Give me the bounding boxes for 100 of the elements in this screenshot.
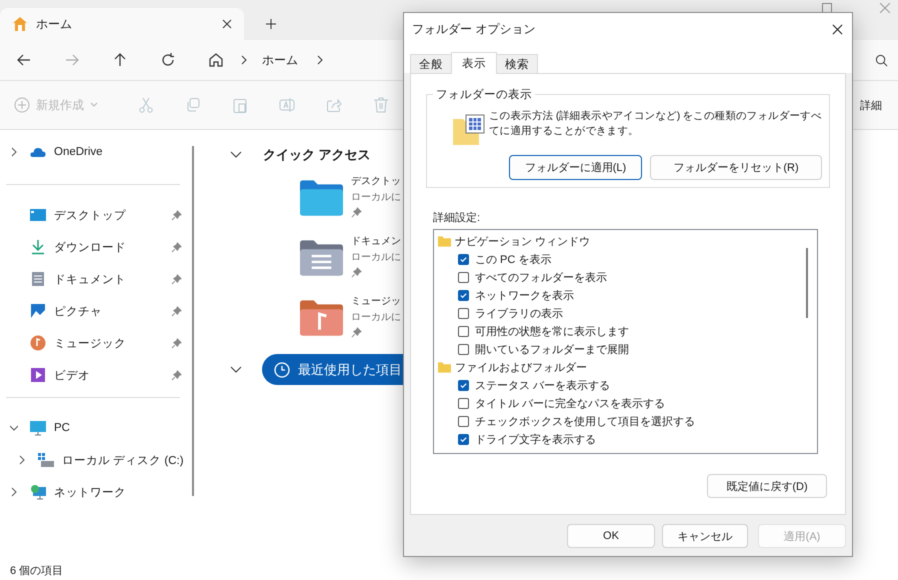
pin-icon[interactable]	[171, 210, 182, 220]
video-icon	[30, 367, 46, 383]
dialog-button[interactable]: フォルダーをリセット(R)	[650, 155, 822, 180]
dialog-button[interactable]: OK	[567, 524, 655, 548]
clock-icon	[274, 362, 290, 378]
folder-location: ローカルに	[351, 311, 401, 325]
dialog-tab[interactable]: 全般	[410, 54, 452, 73]
back-icon[interactable]	[16, 52, 32, 68]
sidebar-item[interactable]: ドキュメント	[0, 263, 192, 295]
caret-icon	[90, 102, 98, 108]
collapse-icon[interactable]	[230, 366, 242, 374]
checkbox-label: ネットワークを表示	[475, 288, 574, 302]
picture-icon	[30, 303, 46, 319]
chevron-icon[interactable]	[240, 55, 248, 65]
tab-title: ホーム	[36, 16, 73, 32]
desktop-icon	[30, 207, 46, 223]
folder-icon[interactable]	[300, 180, 343, 216]
description-text: この表示方法 (詳細表示やアイコンなど) をこの種類のフォルダーすべてに適用することができます。	[489, 109, 823, 139]
checkbox[interactable]	[458, 326, 469, 336]
group-label: ナビゲーション ウィンドウ	[455, 234, 590, 248]
pin-icon[interactable]	[171, 242, 182, 252]
sidebar-item[interactable]: ビデオ	[0, 359, 192, 391]
group-label: ファイルおよびフォルダー	[455, 360, 587, 374]
sidebar-item[interactable]: ネットワーク	[0, 476, 192, 508]
folder-icon[interactable]	[300, 300, 343, 336]
checkbox-label: タイトル バーに完全なパスを表示する	[475, 396, 666, 410]
folder-location: ローカルに	[351, 251, 401, 265]
network-icon	[30, 484, 46, 500]
pin-icon[interactable]	[171, 306, 182, 316]
music-icon	[30, 335, 46, 351]
checkbox-label: ステータス バーを表示する	[475, 378, 610, 392]
dialog-button[interactable]: フォルダーに適用(L)	[509, 155, 642, 180]
folder-name: ミュージッ	[351, 295, 401, 309]
checkbox[interactable]	[458, 344, 469, 354]
checkbox[interactable]	[458, 272, 469, 282]
recent-items-button[interactable]: 最近使用した項目	[262, 354, 406, 385]
up-icon[interactable]	[112, 52, 128, 68]
expand-icon[interactable]	[10, 423, 18, 433]
monitor-icon	[30, 420, 46, 436]
dialog-button[interactable]: キャンセル	[662, 524, 748, 548]
checkbox[interactable]	[458, 290, 469, 300]
checkbox-label: ドライブ文字を表示する	[475, 432, 596, 446]
drive-icon	[38, 452, 54, 468]
folder-icon	[438, 361, 451, 373]
checkbox[interactable]	[458, 434, 469, 444]
dialog-title: フォルダー オプション	[412, 21, 536, 38]
close-tab-icon[interactable]	[222, 19, 232, 29]
refresh-icon[interactable]	[160, 52, 176, 68]
download-icon	[30, 239, 46, 255]
details-button[interactable]: 詳細	[860, 98, 882, 112]
document-icon	[30, 271, 46, 287]
group-title: フォルダーの表示	[433, 87, 535, 102]
scrollbar[interactable]	[192, 146, 194, 496]
pin-icon[interactable]	[171, 274, 182, 284]
chevron-icon[interactable]	[316, 55, 324, 65]
checkbox[interactable]	[458, 380, 469, 390]
folder-name: デスクトッ	[351, 175, 401, 189]
checkbox-label: 開いているフォルダーまで展開	[475, 342, 629, 356]
checkbox[interactable]	[458, 254, 469, 264]
checkbox-label: この PC を表示	[475, 252, 552, 266]
dialog-tab[interactable]: 表示	[451, 52, 497, 74]
section-title: クイック アクセス	[263, 146, 371, 164]
sidebar-item[interactable]: ミュージック	[0, 327, 192, 359]
sidebar-item[interactable]: デスクトップ	[0, 199, 192, 231]
status-text: 6 個の項目	[9, 564, 64, 579]
checkbox-label: 可用性の状態を常に表示します	[475, 324, 629, 338]
folder-view-icon	[453, 113, 487, 147]
checkbox[interactable]	[458, 398, 469, 408]
sidebar-item[interactable]: ダウンロード	[0, 231, 192, 263]
checkbox-label: ライブラリの表示	[475, 306, 563, 320]
sidebar-item[interactable]: OneDrive	[0, 136, 192, 168]
checkbox-label: すべてのフォルダーを表示	[475, 270, 607, 284]
home-icon[interactable]	[208, 52, 224, 68]
new-tab-icon[interactable]	[266, 19, 276, 29]
sidebar-item[interactable]: ローカル ディスク (C:)	[0, 444, 192, 476]
collapse-icon[interactable]	[230, 151, 242, 159]
pin-icon[interactable]	[171, 338, 182, 348]
breadcrumb-item[interactable]: ホーム	[262, 52, 298, 68]
expand-icon[interactable]	[10, 147, 18, 157]
checkbox[interactable]	[458, 416, 469, 426]
folder-icon	[438, 235, 451, 247]
restore-defaults-button[interactable]: 既定値に戻す(D)	[707, 474, 827, 498]
folder-location: ローカルに	[351, 191, 401, 205]
home-icon	[12, 16, 28, 32]
plus-icon	[14, 97, 30, 113]
checkbox[interactable]	[458, 308, 469, 318]
expand-icon[interactable]	[10, 487, 18, 497]
pin-icon[interactable]	[171, 370, 182, 380]
search-icon[interactable]	[875, 54, 888, 66]
expand-icon[interactable]	[18, 455, 26, 465]
section-label: 詳細設定:	[433, 210, 482, 225]
folder-name: ドキュメン	[351, 235, 401, 249]
sidebar-item[interactable]: ピクチャ	[0, 295, 192, 327]
explorer-tab[interactable]: ホーム	[0, 8, 244, 40]
scrollbar[interactable]	[806, 248, 808, 318]
close-icon[interactable]	[832, 24, 843, 35]
dialog-tab[interactable]: 検索	[496, 54, 538, 73]
checkbox-label: チェックボックスを使用して項目を選択する	[475, 414, 695, 428]
folder-icon[interactable]	[300, 240, 343, 276]
sidebar-item[interactable]: PC	[0, 412, 192, 444]
